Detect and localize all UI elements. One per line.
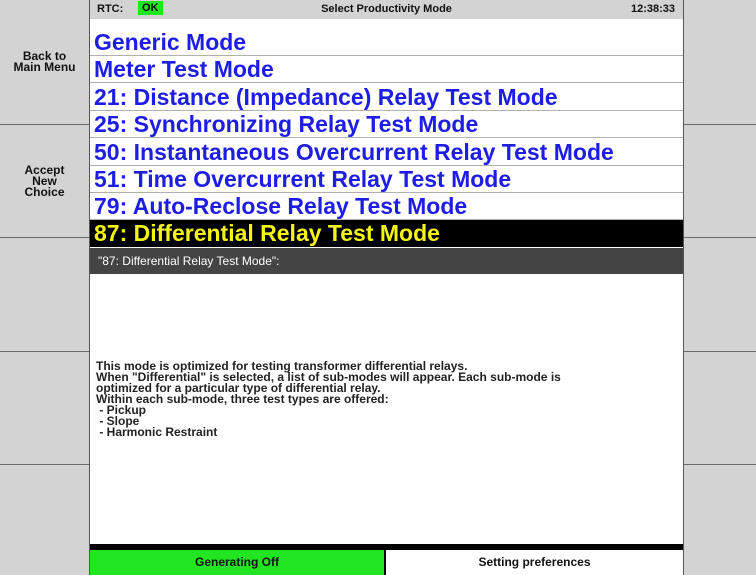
setting-preferences-status: Setting preferences — [386, 550, 683, 575]
mode-item-87-differential-selected[interactable]: 87: Differential Relay Test Mode — [90, 220, 683, 247]
mode-item-21-distance[interactable]: 21: Distance (Impedance) Relay Test Mode — [90, 84, 683, 111]
accept-new-choice-button[interactable]: Accept New Choice — [0, 125, 89, 238]
right-softkey-1[interactable] — [684, 0, 756, 125]
right-softkey-3[interactable] — [684, 238, 756, 352]
mode-item-meter-test[interactable]: Meter Test Mode — [90, 56, 683, 83]
mode-item-51-time-overcurrent[interactable]: 51: Time Overcurrent Relay Test Mode — [90, 166, 683, 193]
description-line: Within each sub-mode, three test types a… — [96, 392, 389, 406]
right-softkey-5[interactable] — [684, 465, 756, 575]
description-header: "87: Differential Relay Test Mode": — [90, 248, 683, 274]
page-title: Select Productivity Mode — [321, 3, 452, 15]
back-to-main-menu-button[interactable]: Back to Main Menu — [0, 0, 89, 125]
left-softkey-panel: Back to Main Menu Accept New Choice — [0, 0, 90, 575]
mode-item-generic[interactable]: Generic Mode — [90, 29, 683, 56]
left-softkey-5[interactable] — [0, 465, 89, 575]
main-panel: RTC: OK Select Productivity Mode 12:38:3… — [90, 0, 683, 575]
left-softkey-4[interactable] — [0, 352, 89, 465]
generating-status: Generating Off — [90, 550, 386, 575]
status-bar: RTC: OK Select Productivity Mode 12:38:3… — [90, 0, 683, 19]
right-softkey-4[interactable] — [684, 352, 756, 465]
description-line: - Harmonic Restraint — [96, 425, 218, 439]
mode-description: This mode is optimized for testing trans… — [96, 360, 676, 439]
description-line: - Pickup — [96, 403, 147, 417]
mode-item-50-instantaneous-overcurrent[interactable]: 50: Instantaneous Overcurrent Relay Test… — [90, 139, 683, 166]
right-softkey-panel — [683, 0, 756, 575]
left-softkey-3[interactable] — [0, 238, 89, 352]
clock-time: 12:38:33 — [630, 3, 675, 15]
mode-item-79-auto-reclose[interactable]: 79: Auto-Reclose Relay Test Mode — [90, 193, 683, 220]
right-softkey-2[interactable] — [684, 125, 756, 238]
mode-item-25-synchronizing[interactable]: 25: Synchronizing Relay Test Mode — [90, 111, 683, 138]
